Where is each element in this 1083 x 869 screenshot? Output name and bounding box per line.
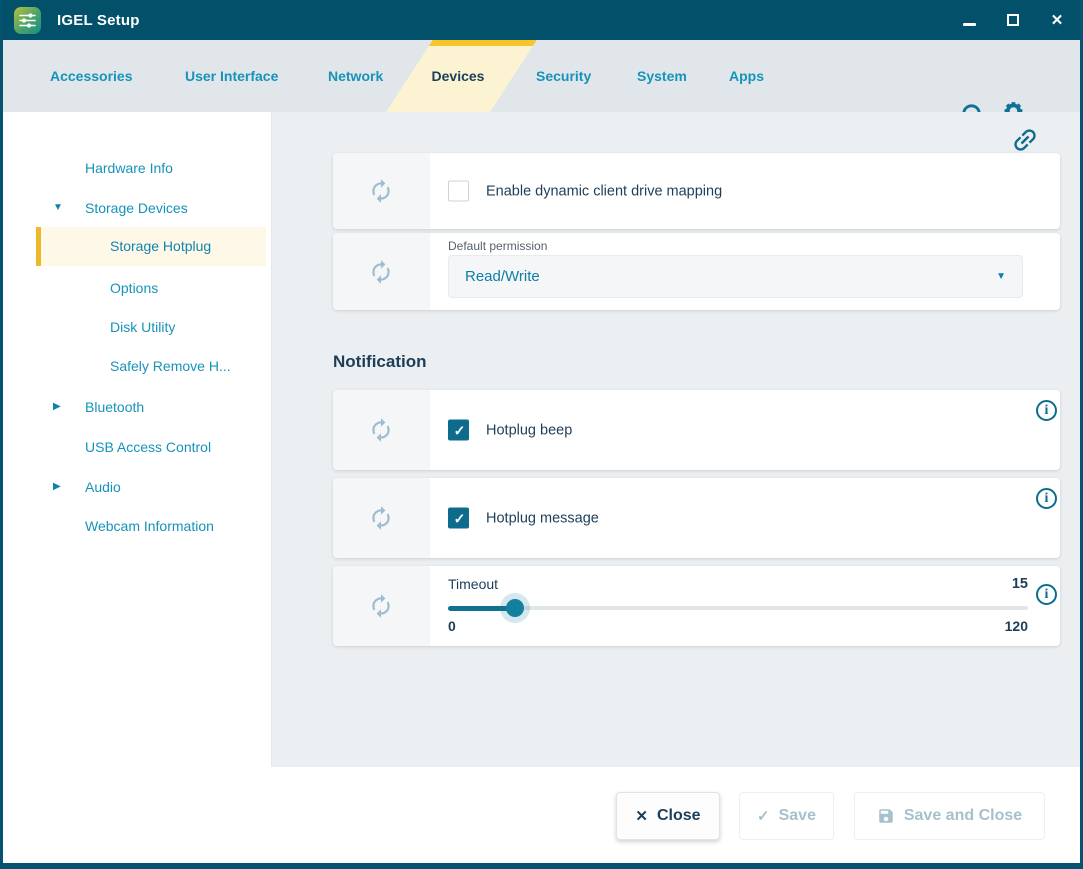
- tab-devices[interactable]: Devices: [408, 40, 508, 112]
- sidebar-item-options[interactable]: Options: [110, 278, 158, 298]
- tab-network[interactable]: Network: [328, 40, 383, 112]
- permission-card: Default permission Read/Write ▼: [333, 233, 1060, 310]
- tab-accessories[interactable]: Accessories: [50, 40, 133, 112]
- save-button[interactable]: ✓ Save: [739, 792, 834, 840]
- reset-parameter-icon[interactable]: [368, 505, 394, 531]
- timeout-value: 15: [1012, 576, 1028, 592]
- maximize-icon: [1007, 14, 1019, 26]
- hotplug-message-card: Hotplug message i: [333, 478, 1060, 558]
- hotplug-message-label: Hotplug message: [486, 510, 599, 526]
- sidebar-item-webcam-info[interactable]: Webcam Information: [85, 516, 214, 536]
- select-value: Read/Write: [465, 268, 540, 285]
- save-and-close-button-label: Save and Close: [904, 807, 1022, 825]
- minimize-button[interactable]: [960, 11, 978, 29]
- hotplug-beep-card: Hotplug beep i: [333, 390, 1060, 470]
- sidebar-item-safely-remove[interactable]: Safely Remove H...: [110, 356, 231, 376]
- content-panel: Enable dynamic client drive mapping Defa…: [272, 112, 1080, 767]
- timeout-slider[interactable]: [448, 599, 1028, 617]
- chevron-down-icon[interactable]: ▼: [53, 198, 67, 218]
- sidebar: Hardware Info ▼ Storage Devices Storage …: [3, 112, 272, 767]
- timeout-max: 120: [1005, 618, 1028, 634]
- sidebar-item-bluetooth[interactable]: Bluetooth: [85, 397, 144, 417]
- tab-apps[interactable]: Apps: [729, 40, 764, 112]
- section-title-notification: Notification: [333, 352, 427, 372]
- sidebar-item-audio[interactable]: Audio: [85, 477, 121, 497]
- save-check-icon: ✓: [757, 807, 770, 825]
- hotplug-message-checkbox[interactable]: [448, 508, 469, 529]
- close-x-icon: ✕: [635, 807, 648, 825]
- reset-strip: [333, 233, 430, 310]
- reset-strip: [333, 566, 430, 646]
- reset-strip: [333, 153, 430, 229]
- sidebar-selected-bar: [36, 227, 41, 266]
- info-icon[interactable]: i: [1036, 400, 1057, 421]
- timeout-min: 0: [448, 618, 456, 634]
- reset-parameter-icon[interactable]: [368, 259, 394, 285]
- tab-user-interface[interactable]: User Interface: [185, 40, 278, 112]
- reset-parameter-icon[interactable]: [368, 593, 394, 619]
- close-button-label: Close: [657, 807, 701, 825]
- ddm-label: Enable dynamic client drive mapping: [486, 183, 722, 199]
- titlebar: IGEL Setup ✕: [3, 0, 1080, 40]
- minimize-icon: [963, 23, 976, 26]
- reset-parameter-icon[interactable]: [368, 417, 394, 443]
- window-title: IGEL Setup: [57, 12, 140, 29]
- timeout-card: Timeout 15 0 120 i: [333, 566, 1060, 646]
- save-and-close-button[interactable]: Save and Close: [854, 792, 1045, 840]
- tab-security[interactable]: Security: [536, 40, 591, 112]
- ddm-card: Enable dynamic client drive mapping: [333, 153, 1060, 229]
- timeout-label: Timeout: [448, 576, 498, 592]
- info-icon[interactable]: i: [1036, 584, 1057, 605]
- reset-parameter-icon[interactable]: [368, 178, 394, 204]
- igel-setup-window: IGEL Setup ✕ Accessories User Interface …: [0, 0, 1083, 869]
- footer: ✕ Close ✓ Save Save and Close: [3, 767, 1080, 863]
- chevron-down-icon: ▼: [996, 271, 1006, 282]
- sidebar-item-storage-devices[interactable]: Storage Devices: [85, 198, 188, 218]
- app-logo-icon: [14, 7, 41, 34]
- close-button[interactable]: ✕ Close: [616, 792, 720, 840]
- default-permission-label: Default permission: [448, 239, 547, 253]
- chevron-right-icon[interactable]: ▶: [53, 477, 67, 497]
- timeout-slider-thumb[interactable]: [506, 599, 524, 617]
- info-icon[interactable]: i: [1036, 488, 1057, 509]
- sidebar-item-storage-hotplug[interactable]: Storage Hotplug: [110, 236, 211, 256]
- window-controls: ✕: [960, 0, 1066, 40]
- sidebar-item-usb-access[interactable]: USB Access Control: [85, 437, 211, 457]
- tab-system[interactable]: System: [637, 40, 687, 112]
- tab-bar: Accessories User Interface Network Devic…: [3, 40, 1080, 112]
- save-disk-icon: [877, 807, 895, 825]
- close-icon: ✕: [1051, 13, 1064, 28]
- close-window-button[interactable]: ✕: [1048, 11, 1066, 29]
- slider-track[interactable]: [448, 606, 1028, 610]
- maximize-button[interactable]: [1004, 11, 1022, 29]
- link-icon[interactable]: [1010, 125, 1040, 155]
- default-permission-select[interactable]: Read/Write ▼: [448, 255, 1023, 298]
- sidebar-item-disk-utility[interactable]: Disk Utility: [110, 317, 175, 337]
- ddm-checkbox[interactable]: [448, 181, 469, 202]
- reset-strip: [333, 390, 430, 470]
- save-button-label: Save: [779, 807, 816, 825]
- reset-strip: [333, 478, 430, 558]
- sidebar-item-hardware-info[interactable]: Hardware Info: [85, 158, 173, 178]
- hotplug-beep-checkbox[interactable]: [448, 420, 469, 441]
- hotplug-beep-label: Hotplug beep: [486, 422, 572, 438]
- chevron-right-icon[interactable]: ▶: [53, 397, 67, 417]
